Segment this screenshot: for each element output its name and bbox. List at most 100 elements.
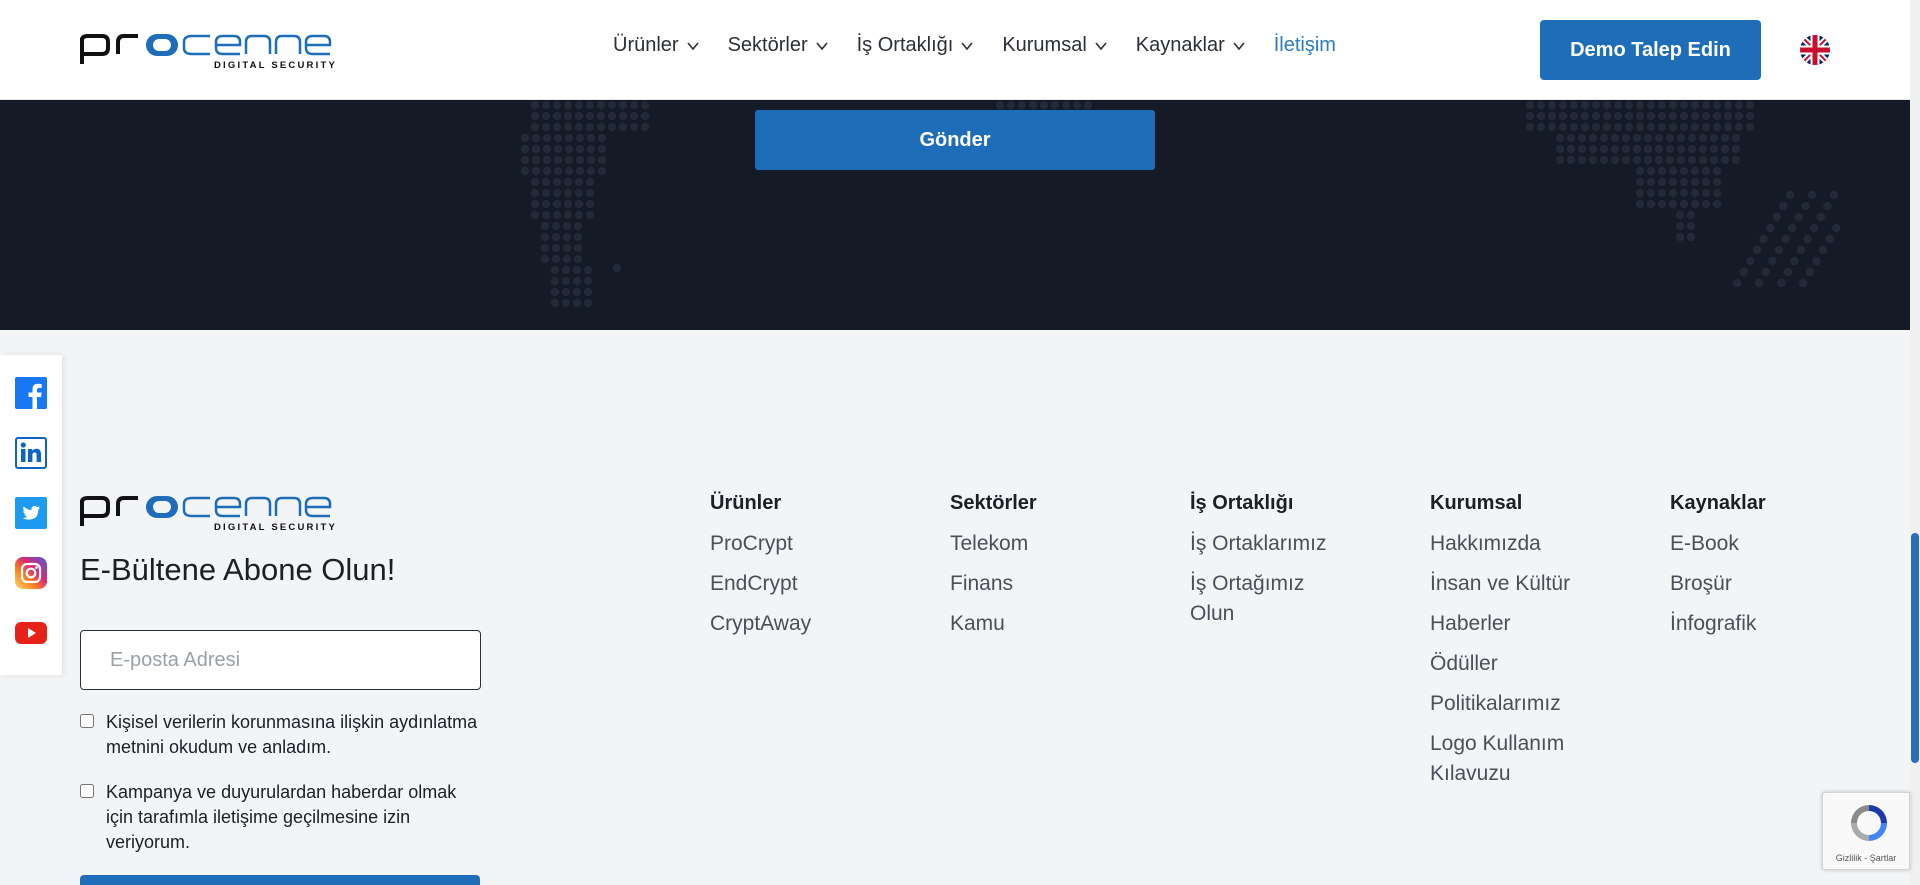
footer-link[interactable]: ProCrypt: [710, 529, 860, 559]
map-dot: [1807, 190, 1817, 200]
map-dot: [550, 287, 560, 297]
youtube-icon[interactable]: [15, 617, 47, 649]
map-dot: [1646, 177, 1656, 187]
demo-request-button[interactable]: Demo Talep Edin: [1540, 20, 1761, 80]
nav-kaynaklar[interactable]: Kaynaklar: [1136, 34, 1246, 57]
footer-link[interactable]: Finans: [950, 569, 1100, 599]
footer-link[interactable]: Ödüller: [1430, 649, 1580, 679]
recaptcha-badge[interactable]: Gizlilik - Şartlar: [1822, 792, 1910, 870]
instagram-icon[interactable]: [15, 557, 47, 589]
footer-link[interactable]: Haberler: [1430, 609, 1580, 639]
map-dot: [1720, 155, 1730, 165]
site-header: DIGITAL SECURITY Ürünler Sektörler İş Or…: [0, 0, 1910, 100]
footer-link[interactable]: İnsan ve Kültür: [1430, 569, 1580, 599]
nav-sektorler[interactable]: Sektörler: [728, 34, 829, 57]
footer-link[interactable]: Telekom: [950, 529, 1100, 559]
map-dot: [1745, 122, 1755, 132]
procenne-logo[interactable]: DIGITAL SECURITY: [80, 26, 340, 72]
footer-link[interactable]: EndCrypt: [710, 569, 860, 599]
map-dot: [1690, 100, 1700, 110]
footer-link[interactable]: CryptAway: [710, 609, 860, 639]
map-dot: [1676, 155, 1686, 165]
map-dot: [618, 100, 628, 110]
footer-link[interactable]: Logo Kullanım Kılavuzu: [1430, 729, 1580, 789]
map-dot: [563, 177, 573, 187]
nav-urunler[interactable]: Ürünler: [613, 34, 700, 57]
nav-is-ortakligi[interactable]: İş Ortaklığı: [857, 34, 975, 57]
map-dot: [552, 188, 562, 198]
map-dot: [1829, 190, 1839, 200]
footer-link[interactable]: İnfografik: [1670, 609, 1820, 639]
map-dot: [1679, 111, 1689, 121]
map-dot: [1566, 133, 1576, 143]
map-dot: [541, 122, 551, 132]
chevron-down-icon: [1095, 41, 1107, 50]
map-dot: [1690, 199, 1700, 209]
footer-link[interactable]: Broşür: [1670, 569, 1820, 599]
map-dot: [541, 188, 551, 198]
map-dot: [1558, 100, 1568, 110]
consent-marketing-checkbox[interactable]: [80, 784, 94, 798]
map-dot: [1588, 155, 1598, 165]
map-dot: [1599, 133, 1609, 143]
map-dot: [1686, 232, 1696, 242]
map-dot: [1668, 100, 1678, 110]
map-dot: [1654, 133, 1664, 143]
nav-iletisim[interactable]: İletişim: [1274, 34, 1336, 57]
map-dot: [1687, 144, 1697, 154]
map-dot: [1720, 144, 1730, 154]
map-dot: [618, 122, 628, 132]
map-dot: [1687, 133, 1697, 143]
map-dot: [1643, 144, 1653, 154]
footer-col-sektorler: Sektörler Telekom Finans Kamu: [950, 492, 1100, 649]
map-dot: [1624, 122, 1634, 132]
footer-procenne-logo[interactable]: DIGITAL SECURITY: [80, 488, 340, 534]
email-field[interactable]: [80, 630, 481, 690]
map-dot: [531, 166, 541, 176]
map-dot: [572, 276, 582, 286]
map-dot: [1558, 111, 1568, 121]
map-dot: [551, 254, 561, 264]
map-dot: [1825, 234, 1834, 244]
twitter-icon[interactable]: [15, 497, 47, 529]
svg-text:DIGITAL SECURITY: DIGITAL SECURITY: [214, 522, 337, 533]
map-dot: [530, 199, 540, 209]
map-dot: [995, 100, 1005, 110]
map-dot: [597, 155, 607, 165]
map-dot: [552, 111, 562, 121]
map-dot: [1624, 100, 1634, 110]
consent-marketing-row[interactable]: Kampanya ve duyurulardan haberdar olmak …: [80, 780, 480, 855]
map-dot: [1555, 155, 1565, 165]
map-dot: [1525, 111, 1535, 121]
facebook-icon[interactable]: [15, 377, 47, 409]
map-dot: [553, 133, 563, 143]
map-dot: [1668, 166, 1678, 176]
map-dot: [583, 298, 593, 308]
map-dot: [1788, 223, 1797, 233]
map-dot: [1746, 256, 1755, 266]
map-dot: [1654, 144, 1664, 154]
consent-privacy-checkbox[interactable]: [80, 714, 94, 728]
uk-flag-icon[interactable]: [1800, 35, 1830, 65]
map-dot: [585, 122, 595, 132]
map-dot: [596, 111, 606, 121]
subscribe-button[interactable]: [80, 875, 480, 885]
nav-label: Ürünler: [613, 34, 679, 56]
map-dot: [586, 155, 596, 165]
linkedin-icon[interactable]: [15, 437, 47, 469]
map-dot: [1646, 122, 1656, 132]
map-dot: [1632, 133, 1642, 143]
send-button[interactable]: Gönder: [755, 110, 1155, 170]
footer-link[interactable]: İş Ortağımız Olun: [1190, 569, 1340, 629]
scrollbar-thumb[interactable]: [1911, 533, 1919, 763]
footer-link[interactable]: Hakkımızda: [1430, 529, 1580, 559]
nav-kurumsal[interactable]: Kurumsal: [1002, 34, 1107, 57]
footer-link[interactable]: Politikalarımız: [1430, 689, 1580, 719]
footer-link[interactable]: Kamu: [950, 609, 1100, 639]
map-dot: [574, 210, 584, 220]
footer-link[interactable]: İş Ortaklarımız: [1190, 529, 1340, 559]
consent-privacy-row[interactable]: Kişisel verilerin korunmasına ilişkin ay…: [80, 710, 480, 760]
map-dot: [1679, 188, 1689, 198]
map-dot: [530, 100, 540, 110]
footer-link[interactable]: E-Book: [1670, 529, 1820, 559]
